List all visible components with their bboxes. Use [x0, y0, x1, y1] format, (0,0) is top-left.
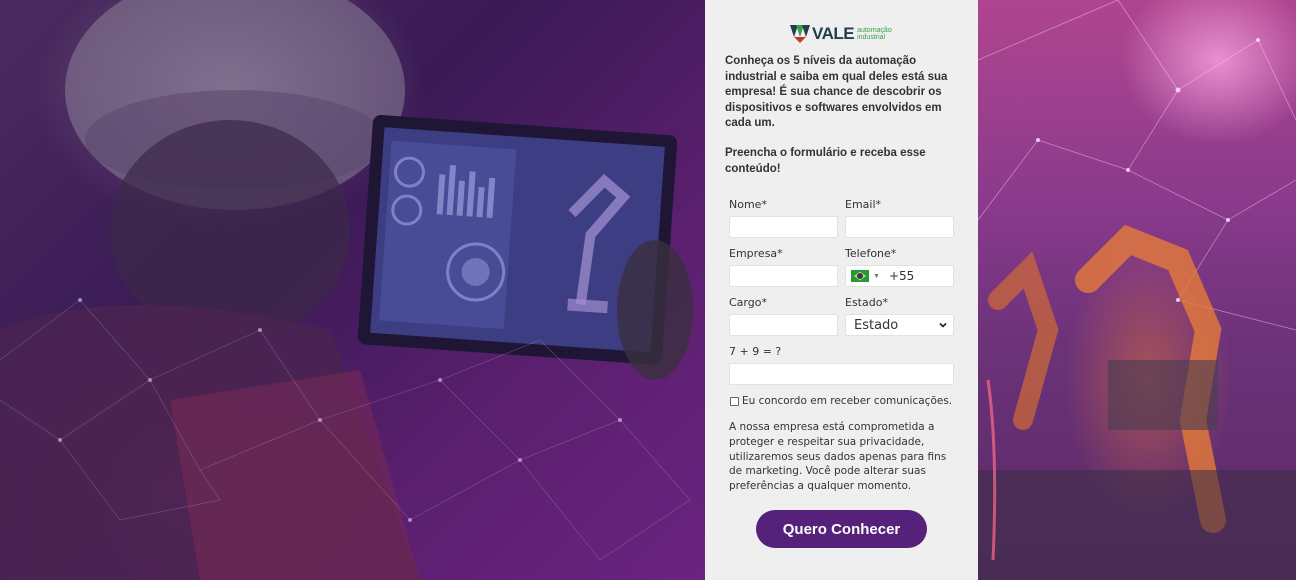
- brazil-flag-icon[interactable]: [851, 270, 869, 282]
- email-input[interactable]: [845, 216, 954, 238]
- telefone-label: Telefone*: [845, 247, 897, 260]
- logo-tagline: automação industrial: [857, 27, 892, 41]
- intro-text: Conheça os 5 níveis da automação industr…: [725, 55, 948, 130]
- lead-form-panel: VALE automação industrial Conheça os 5 n…: [705, 0, 978, 580]
- estado-select[interactable]: Estado: [845, 314, 954, 336]
- consent-row[interactable]: Eu concordo em receber comunicações.: [730, 395, 952, 407]
- estado-selected-value: Estado: [854, 317, 899, 333]
- logo-tagline-line1: automação: [857, 27, 892, 34]
- privacy-notice: A nossa empresa está comprometida a prot…: [729, 421, 947, 493]
- captcha-label: 7 + 9 = ?: [729, 345, 782, 358]
- nome-input[interactable]: [729, 216, 838, 238]
- logo-wordmark: VALE: [812, 24, 855, 43]
- telefone-input[interactable]: ▼ +55: [845, 265, 954, 287]
- worker-tablet-illustration: [0, 0, 693, 580]
- country-dropdown-caret-icon[interactable]: ▼: [873, 273, 880, 280]
- submit-button[interactable]: Quero Conhecer: [756, 510, 927, 548]
- consent-checkbox[interactable]: [730, 396, 739, 406]
- dial-code: +55: [888, 269, 915, 283]
- robot-arm-illustration: [978, 0, 1296, 580]
- cargo-input[interactable]: [729, 314, 838, 336]
- estado-label: Estado*: [845, 296, 888, 309]
- vale-logo-mark-icon: [790, 25, 810, 43]
- empresa-input[interactable]: [729, 265, 838, 287]
- cargo-label: Cargo*: [729, 296, 767, 309]
- hero-image-right: [978, 0, 1296, 580]
- cta-text: Preencha o formulário e receba esse cont…: [725, 147, 926, 175]
- nome-label: Nome*: [729, 198, 767, 211]
- consent-label[interactable]: Eu concordo em receber comunicações.: [742, 395, 952, 407]
- email-label: Email*: [845, 198, 882, 211]
- vale-logo: VALE automação industrial: [790, 19, 900, 43]
- empresa-label: Empresa*: [729, 247, 783, 260]
- chevron-down-icon: [939, 322, 947, 328]
- captcha-input[interactable]: [729, 363, 954, 385]
- hero-image-left: [0, 0, 705, 580]
- logo-tagline-line2: industrial: [857, 34, 886, 41]
